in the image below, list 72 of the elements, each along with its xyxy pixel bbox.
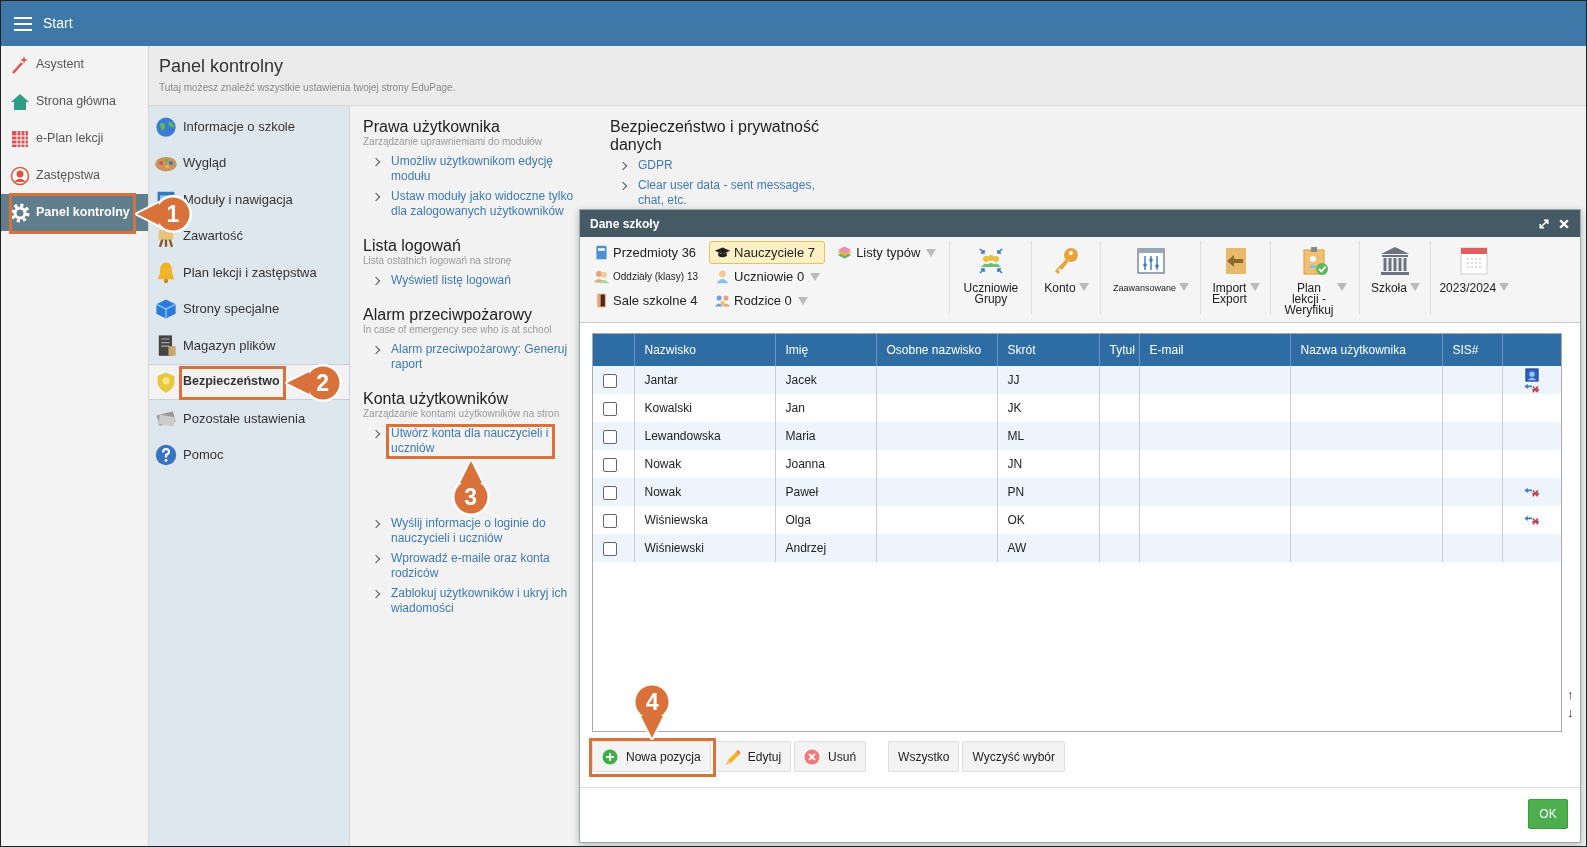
sidebar-item[interactable]: e-Plan lekcji (1, 120, 148, 157)
dialog-title: Dane szkoły (590, 215, 660, 233)
settings-menu-item[interactable]: Pomoc (149, 436, 349, 473)
toolbar-button[interactable]: Szkoła (1359, 241, 1431, 314)
callout-tooltip: 4 (629, 678, 676, 742)
section-title: Lista logowań (363, 237, 462, 255)
settings-link[interactable]: Umożliw użytkownikom edycję modułu (391, 154, 575, 184)
settings-link[interactable]: Alarm przeciwpożarowy: Generuj raport (391, 342, 575, 372)
filter-button[interactable]: Listy typów (831, 241, 942, 264)
sidebar-item[interactable]: Strona główna (1, 83, 148, 120)
settings-link[interactable]: Zablokuj użytkowników i ukryj ich wiadomości (391, 586, 575, 616)
settings-menu-item[interactable]: Strony specjalne (149, 290, 349, 327)
settings-link[interactable]: Utwórz konta dla nauczycieli i uczniów (391, 426, 575, 456)
select-all-button[interactable]: Wszystko (888, 741, 960, 772)
section-title: Bezpieczeństwo i prywatność danych (610, 118, 820, 154)
settings-menu-item[interactable]: Wygląd (149, 144, 349, 181)
table-cell: JJ (997, 366, 1099, 394)
settings-menu-item[interactable]: Plan lekcji i zastępstwa (149, 254, 349, 291)
section-title: Konta użytkowników (363, 390, 509, 408)
table-cell: Wiśniewski (634, 534, 775, 562)
section-title: Alarm przeciwpożarowy (363, 306, 533, 324)
scroll-up-button[interactable]: ↑ (1567, 688, 1574, 702)
column-header[interactable]: Nazwisko (634, 334, 775, 366)
column-header[interactable]: SIS# (1442, 334, 1502, 366)
column-header[interactable]: E-mail (1139, 334, 1290, 366)
header-title: Panel kontrolny (159, 55, 285, 77)
filter-button[interactable]: Oddziały (klasy) 13 (588, 265, 704, 288)
table-cell: ML (997, 422, 1099, 450)
table-cell: Paweł (775, 478, 876, 506)
toolbar-button[interactable]: Uczniowie Grupy (949, 241, 1032, 314)
settings-menu-item[interactable]: Informacje o szkole (149, 108, 349, 145)
settings-link[interactable]: Wyświetl listę logowań (391, 273, 575, 288)
toolbar-button[interactable]: Zaawansowane (1100, 241, 1201, 314)
section-description: In case of emergency see who is at school (363, 324, 553, 336)
section-description: Zarządzanie uprawnieniami do modułów (363, 136, 543, 148)
toolbar-button[interactable]: Konto (1031, 241, 1101, 314)
settings-link[interactable]: Wprowadź e-maile oraz konta rodziców (391, 551, 575, 581)
table-cell: Nowak (634, 478, 775, 506)
table-cell: Jacek (775, 366, 876, 394)
settings-link[interactable]: Ustaw moduły jako widoczne tylko dla zalogowanych użytkowników (391, 189, 575, 219)
header-subtitle: Tutaj możesz znaleźć wszystkie ustawienia twojej strony EduPage. (159, 81, 457, 95)
table-cell: Jantar (634, 366, 775, 394)
column-header[interactable]: Nazwa użytkownika (1290, 334, 1442, 366)
table-cell: PN (997, 478, 1099, 506)
page-title: Start (43, 14, 73, 33)
column-header[interactable]: Tytuł (1099, 334, 1139, 366)
column-header[interactable]: Osobne nazwisko (876, 334, 997, 366)
filter-button[interactable]: Nauczyciele 7 (709, 241, 826, 264)
section-description: Lista ostatnich logowań na stronę (363, 255, 513, 267)
toolbar-button[interactable]: Import Export (1200, 241, 1271, 314)
sidebar-item[interactable]: Asystent (1, 46, 148, 83)
table-cell: Maria (775, 422, 876, 450)
filter-button[interactable]: Sale szkolne 4 (588, 289, 704, 312)
filter-button[interactable]: Rodzice 0 (709, 289, 826, 312)
add-button[interactable]: Nowa pozycja (592, 741, 711, 772)
clear-selection-button[interactable]: Wyczyść wybór (962, 741, 1065, 772)
section-title: Prawa użytkownika (363, 118, 501, 136)
settings-link[interactable]: GDPR (638, 158, 824, 173)
scroll-down-button[interactable]: ↓ (1567, 706, 1574, 720)
delete-button[interactable]: Usuń (794, 741, 867, 772)
table-cell: Lewandowska (634, 422, 775, 450)
edit-button[interactable]: Edytuj (713, 741, 792, 772)
section-description: Zarządzanie kontami użytkowników na stron (363, 408, 561, 420)
filter-button[interactable]: Uczniowie 0 (709, 265, 826, 288)
sidebar-item[interactable]: Zastępstwa (1, 157, 148, 194)
table-cell: AW (997, 534, 1099, 562)
settings-link[interactable]: Clear user data - sent messages, chat, etc. (638, 178, 824, 208)
toolbar-button[interactable]: 2023/2024 (1430, 241, 1518, 314)
table-cell: Andrzej (775, 534, 876, 562)
column-header[interactable]: Skrót (997, 334, 1099, 366)
filter-button[interactable]: Przedmioty 36 (588, 241, 704, 264)
column-header[interactable]: Imię (775, 334, 876, 366)
